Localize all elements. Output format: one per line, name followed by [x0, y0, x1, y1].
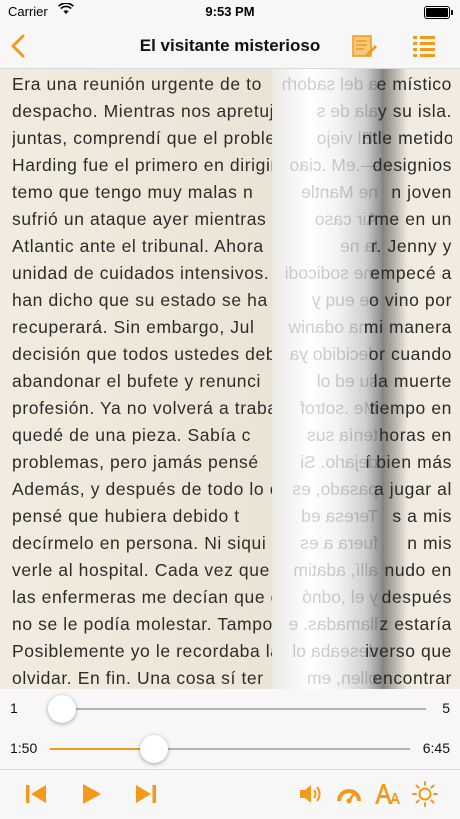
right-line: nudo en	[384, 560, 452, 580]
right-line: mi manera	[363, 317, 452, 337]
play-button[interactable]	[77, 780, 105, 808]
speed-button[interactable]	[335, 780, 363, 808]
right-line: n joven	[391, 182, 452, 202]
chapter-slider-knob[interactable]	[48, 695, 76, 723]
right-line: e místico	[376, 74, 452, 94]
right-line: í bien más	[365, 452, 452, 472]
right-line: a jugar al	[374, 479, 452, 499]
list-icon	[413, 36, 435, 57]
page-text-right: e místico y su isla. ntle metido designios n…	[362, 71, 452, 689]
right-line: ntle metido	[362, 128, 452, 148]
right-line: empecé a	[370, 263, 452, 283]
notes-button[interactable]	[350, 32, 378, 60]
right-line: or cuando	[368, 344, 452, 364]
book-page[interactable]: Era una reunión urgente de todespacho. M…	[0, 69, 460, 689]
sun-icon	[412, 781, 438, 807]
previous-button[interactable]	[22, 780, 50, 808]
status-bar: Carrier 9:53 PM	[0, 0, 460, 24]
right-line: rme en un	[367, 209, 452, 229]
skip-forward-icon	[136, 785, 156, 803]
right-line: la muerte	[373, 371, 452, 391]
chapter-max-label: 5	[442, 700, 450, 716]
right-line: y su isla.	[377, 101, 452, 121]
chapter-slider-row: 1 5	[0, 689, 460, 729]
time-slider-fill	[50, 748, 155, 750]
speedometer-icon	[337, 789, 361, 804]
notes-edit-icon	[352, 35, 377, 57]
time-slider-knob[interactable]	[140, 735, 169, 763]
next-button[interactable]	[132, 780, 160, 808]
right-line: r. Jenny y	[371, 236, 452, 256]
chapter-min-label: 1	[10, 700, 18, 716]
skip-back-icon	[26, 785, 46, 803]
time-slider-row: 1:50 6:45	[0, 729, 460, 769]
elapsed-time: 1:50	[10, 740, 38, 756]
navigation-bar: El visitante misterioso	[0, 24, 460, 69]
right-line: o vino por	[369, 290, 452, 310]
right-line: s a mis	[392, 506, 452, 526]
table-of-contents-button[interactable]	[410, 32, 438, 60]
right-line: designios	[372, 155, 452, 175]
right-line: n mis	[407, 533, 452, 553]
font-size-button[interactable]	[373, 780, 401, 808]
right-line: encontrar	[372, 668, 452, 688]
right-line: horas en	[379, 425, 452, 445]
right-line: z estaría	[379, 614, 452, 634]
speaker-icon	[300, 785, 321, 803]
right-line: tiempo en	[369, 398, 452, 418]
font-size-icon	[375, 784, 400, 804]
bottom-toolbar	[0, 769, 460, 819]
page-shade	[0, 69, 272, 689]
playback-controls: 1 5 1:50 6:45	[0, 689, 460, 769]
right-line: iverso que	[365, 641, 452, 661]
total-time: 6:45	[422, 740, 450, 756]
book-title: El visitante misterioso	[139, 36, 321, 55]
chapter-slider-track[interactable]	[62, 708, 426, 710]
battery-icon	[424, 6, 453, 19]
clock: 9:53 PM	[205, 4, 255, 19]
brightness-button[interactable]	[411, 780, 439, 808]
play-icon	[83, 784, 101, 804]
volume-button[interactable]	[297, 780, 325, 808]
right-line: después	[381, 587, 452, 607]
